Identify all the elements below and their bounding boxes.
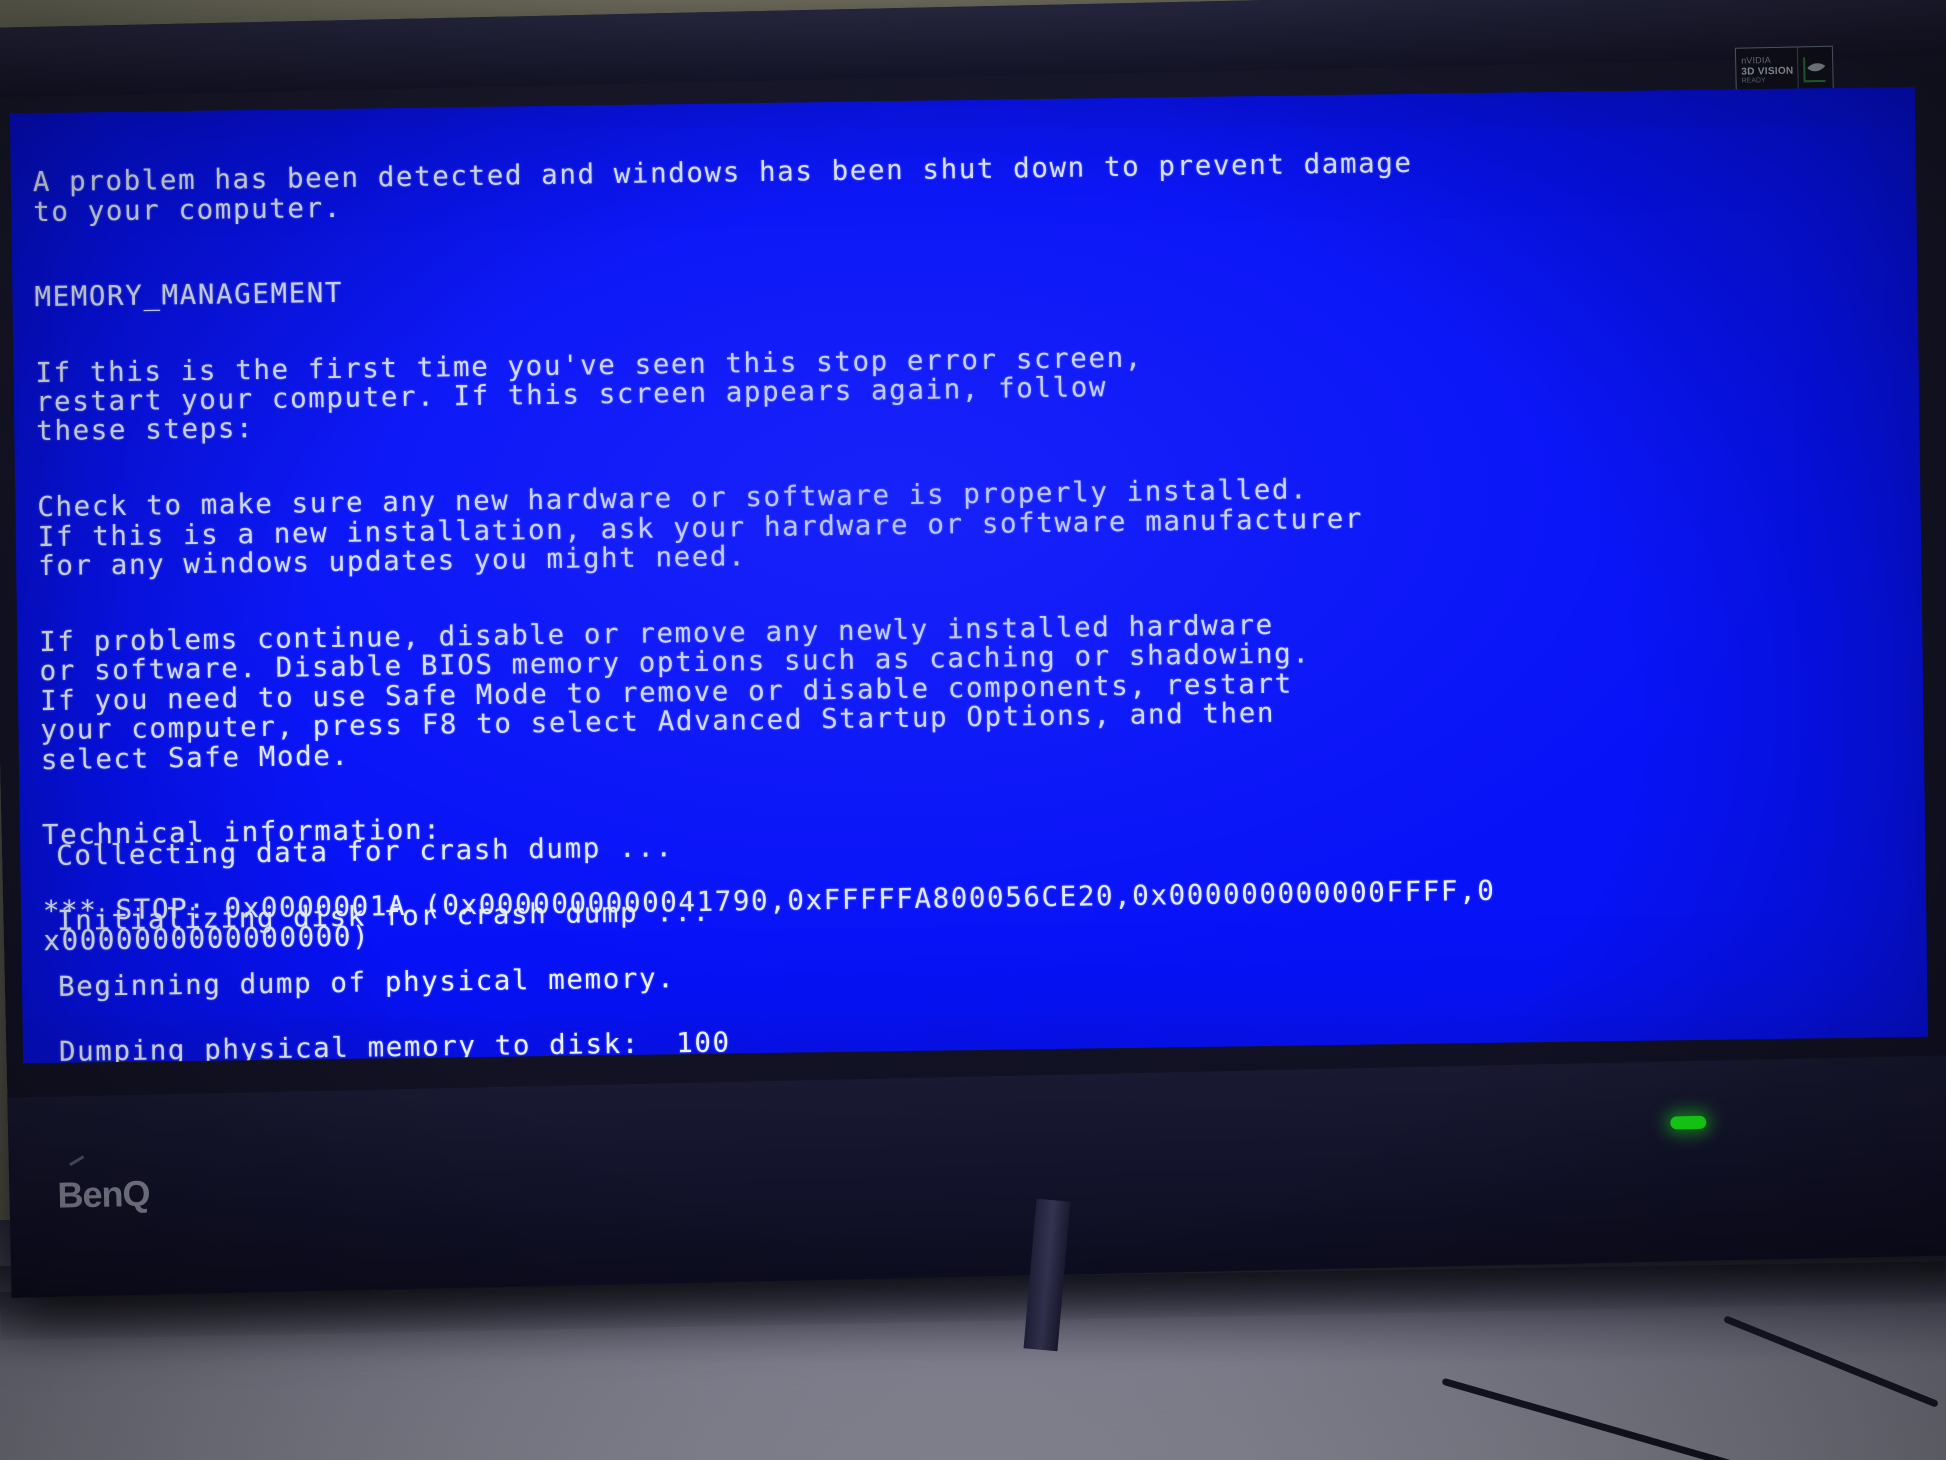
power-led-indicator	[1670, 1115, 1707, 1130]
sticker-product-label: 3D VISION	[1741, 65, 1794, 78]
photograph-of-monitor: nVIDIA 3D VISION READY A problem has bee…	[0, 0, 1946, 1460]
sticker-text: nVIDIA 3D VISION READY	[1736, 55, 1798, 85]
monitor-chassis: nVIDIA 3D VISION READY A problem has bee…	[0, 0, 1946, 1298]
bsod-bugcheck-name: MEMORY_MANAGEMENT	[34, 276, 344, 313]
sticker-status-label: READY	[1741, 76, 1766, 85]
bsod-header: A problem has been detected and windows …	[32, 147, 1413, 228]
dump-line-initializing: Initializing disk for crash dump ...	[56, 895, 711, 938]
bsod-dump-progress-area: Collecting data for crash dump ... Initi…	[56, 781, 1921, 1063]
benq-logo: BenQ	[57, 1172, 150, 1216]
dump-line-dumping: Dumping physical memory to disk: 100	[58, 1026, 731, 1064]
dump-line-collecting: Collecting data for crash dump ...	[56, 830, 674, 872]
bsod-safe-mode-paragraph: If problems continue, disable or remove …	[39, 608, 1311, 776]
bsod-hardware-paragraph: Check to make sure any new hardware or s…	[37, 473, 1364, 583]
nvidia-eye-icon	[1796, 46, 1833, 92]
bsod-first-time-paragraph: If this is the first time you've seen th…	[35, 341, 1144, 448]
monitor-screen: A problem has been detected and windows …	[9, 86, 1928, 1064]
nvidia-3d-vision-sticker: nVIDIA 3D VISION READY	[1734, 45, 1834, 94]
monitor-bezel-bottom: BenQ	[7, 1054, 1946, 1298]
dump-line-beginning: Beginning dump of physical memory.	[57, 961, 676, 1003]
bezel-scratch	[69, 1155, 85, 1167]
